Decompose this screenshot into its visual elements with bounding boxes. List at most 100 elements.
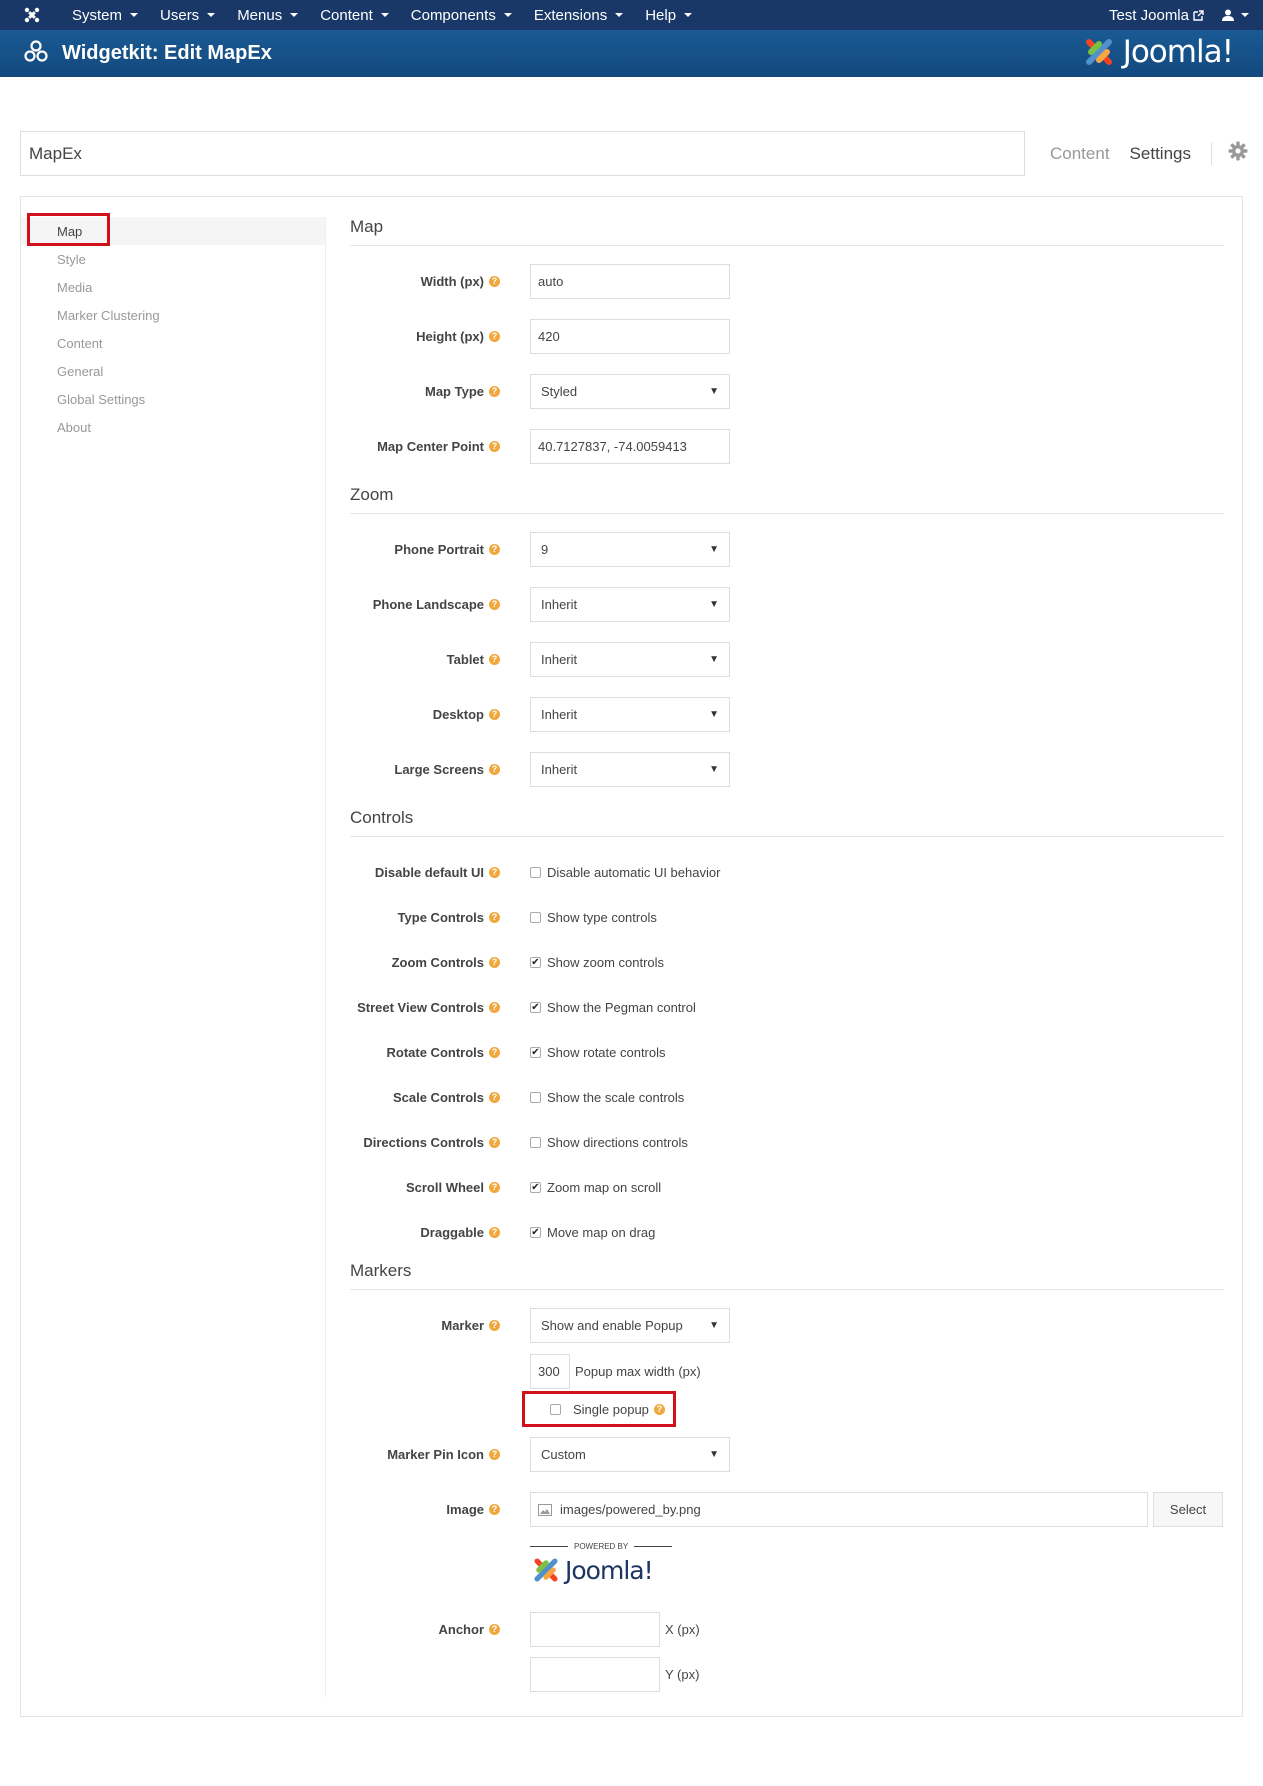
menu-system[interactable]: System [61,0,149,30]
help-icon[interactable]: ? [489,956,500,968]
tab-settings[interactable]: Settings [1130,144,1191,164]
tab-divider [1210,142,1212,165]
tab-content[interactable]: Content [1050,144,1110,164]
marker-select[interactable]: Show and enable Popup ▼ [530,1308,730,1343]
caret-down-icon [380,13,389,17]
help-icon[interactable]: ? [489,385,500,397]
help-icon[interactable]: ? [489,763,500,775]
checkbox-checked[interactable]: ✔ [530,1001,541,1013]
help-icon[interactable]: ? [489,911,500,923]
height-label: Height (px)? [350,319,500,353]
menu-components[interactable]: Components [400,0,523,30]
help-icon[interactable]: ? [489,543,500,555]
gear-icon[interactable] [1228,141,1248,166]
control-checkbox-draggable[interactable]: ✔ Move map on drag [530,1215,655,1249]
help-icon[interactable]: ? [489,1503,500,1515]
anchor-y-input[interactable] [530,1657,660,1692]
dropdown-arrow-icon: ▼ [709,544,719,555]
help-icon[interactable]: ? [489,1181,500,1193]
checkbox-checked[interactable]: ✔ [530,1181,541,1193]
sidebar-item-marker-clustering[interactable]: Marker Clustering [21,301,325,329]
control-checkbox-scroll-wheel[interactable]: ✔ Zoom map on scroll [530,1170,661,1204]
external-link-icon [1193,9,1204,21]
checkbox-checked[interactable]: ✔ [530,1226,541,1238]
popup-max-width-input[interactable]: 300 [530,1354,570,1389]
menu-help[interactable]: Help [634,0,703,30]
sidebar-item-general[interactable]: General [21,357,325,385]
control-checkbox-street-view[interactable]: ✔ Show the Pegman control [530,990,696,1024]
menu-content[interactable]: Content [309,0,400,30]
width-input[interactable]: auto [530,264,730,299]
checkbox-unchecked[interactable] [530,911,541,923]
sidebar-item-global-settings[interactable]: Global Settings [21,385,325,413]
image-path-input[interactable]: images/powered_by.png [530,1492,1148,1527]
help-icon[interactable]: ? [489,866,500,878]
widget-name-input[interactable]: MapEx [20,131,1025,176]
help-icon[interactable]: ? [489,1226,500,1238]
zoom-phone-portrait-select[interactable]: 9 ▼ [530,532,730,567]
control-checkbox-rotate[interactable]: ✔ Show rotate controls [530,1035,666,1069]
control-checkbox-disable-ui[interactable]: Disable automatic UI behavior [530,855,720,889]
checkbox-unchecked[interactable] [530,1091,541,1103]
sidebar-item-about[interactable]: About [21,413,325,441]
dropdown-arrow-icon: ▼ [709,1449,719,1460]
control-label: Disable default UI? [350,855,500,889]
zoom-phone-landscape-label: Phone Landscape? [350,587,500,621]
marker-pin-icon-select[interactable]: Custom ▼ [530,1437,730,1472]
control-checkbox-scale[interactable]: Show the scale controls [530,1080,684,1114]
help-icon[interactable]: ? [489,653,500,665]
help-icon[interactable]: ? [489,1448,500,1460]
checkbox-checked[interactable]: ✔ [530,956,541,968]
control-checkbox-zoom[interactable]: ✔ Show zoom controls [530,945,664,979]
zoom-desktop-select[interactable]: Inherit ▼ [530,697,730,732]
menu-users[interactable]: Users [149,0,226,30]
help-icon[interactable]: ? [489,1046,500,1058]
menu-extensions[interactable]: Extensions [523,0,634,30]
checkbox-checked[interactable]: ✔ [530,1046,541,1058]
zoom-desktop-label: Desktop? [350,697,500,731]
dropdown-arrow-icon: ▼ [709,709,719,720]
map-type-select[interactable]: Styled ▼ [530,374,730,409]
height-input[interactable]: 420 [530,319,730,354]
section-heading-map: Map [350,217,1224,246]
joomla-logo-icon [534,1558,558,1582]
help-icon[interactable]: ? [489,1319,500,1331]
anchor-x-unit: X (px) [665,1622,700,1637]
checkbox-unchecked[interactable] [530,866,541,878]
control-checkbox-type[interactable]: Show type controls [530,900,657,934]
anchor-label: Anchor? [350,1612,500,1646]
page-title: Widgetkit: Edit MapEx [62,42,272,64]
checkbox-unchecked[interactable] [530,1136,541,1148]
sidebar-item-media[interactable]: Media [21,273,325,301]
sidebar-item-content[interactable]: Content [21,329,325,357]
help-icon[interactable]: ? [489,440,500,452]
page-header: Widgetkit: Edit MapEx Joomla! [0,30,1263,77]
zoom-tablet-select[interactable]: Inherit ▼ [530,642,730,677]
zoom-large-screens-label: Large Screens? [350,752,500,786]
popup-max-width-label: Popup max width (px) [575,1364,701,1379]
admin-menu-bar: System Users Menus Content Components Ex… [0,0,1263,30]
help-icon[interactable]: ? [489,1091,500,1103]
help-icon[interactable]: ? [489,1136,500,1148]
map-center-input[interactable]: 40.7127837, -74.0059413 [530,429,730,464]
user-menu[interactable] [1222,9,1249,21]
zoom-phone-landscape-select[interactable]: Inherit ▼ [530,587,730,622]
anchor-x-input[interactable] [530,1612,660,1647]
select-image-button[interactable]: Select [1153,1492,1223,1527]
view-site-link[interactable]: Test Joomla [1109,7,1204,24]
zoom-tablet-label: Tablet? [350,642,500,676]
menu-menus[interactable]: Menus [226,0,309,30]
zoom-large-screens-select[interactable]: Inherit ▼ [530,752,730,787]
help-icon[interactable]: ? [489,1623,500,1635]
help-icon[interactable]: ? [489,275,500,287]
help-icon[interactable]: ? [489,1001,500,1013]
section-heading-controls: Controls [350,808,1224,837]
help-icon[interactable]: ? [489,708,500,720]
joomla-icon[interactable] [15,0,49,30]
help-icon[interactable]: ? [489,598,500,610]
help-icon[interactable]: ? [489,330,500,342]
control-checkbox-directions[interactable]: Show directions controls [530,1125,688,1159]
settings-panel: Map Style Media Marker Clustering Conten… [20,196,1243,1717]
image-preview: POWERED BY Joomla! [530,1542,680,1594]
sidebar-item-style[interactable]: Style [21,245,325,273]
